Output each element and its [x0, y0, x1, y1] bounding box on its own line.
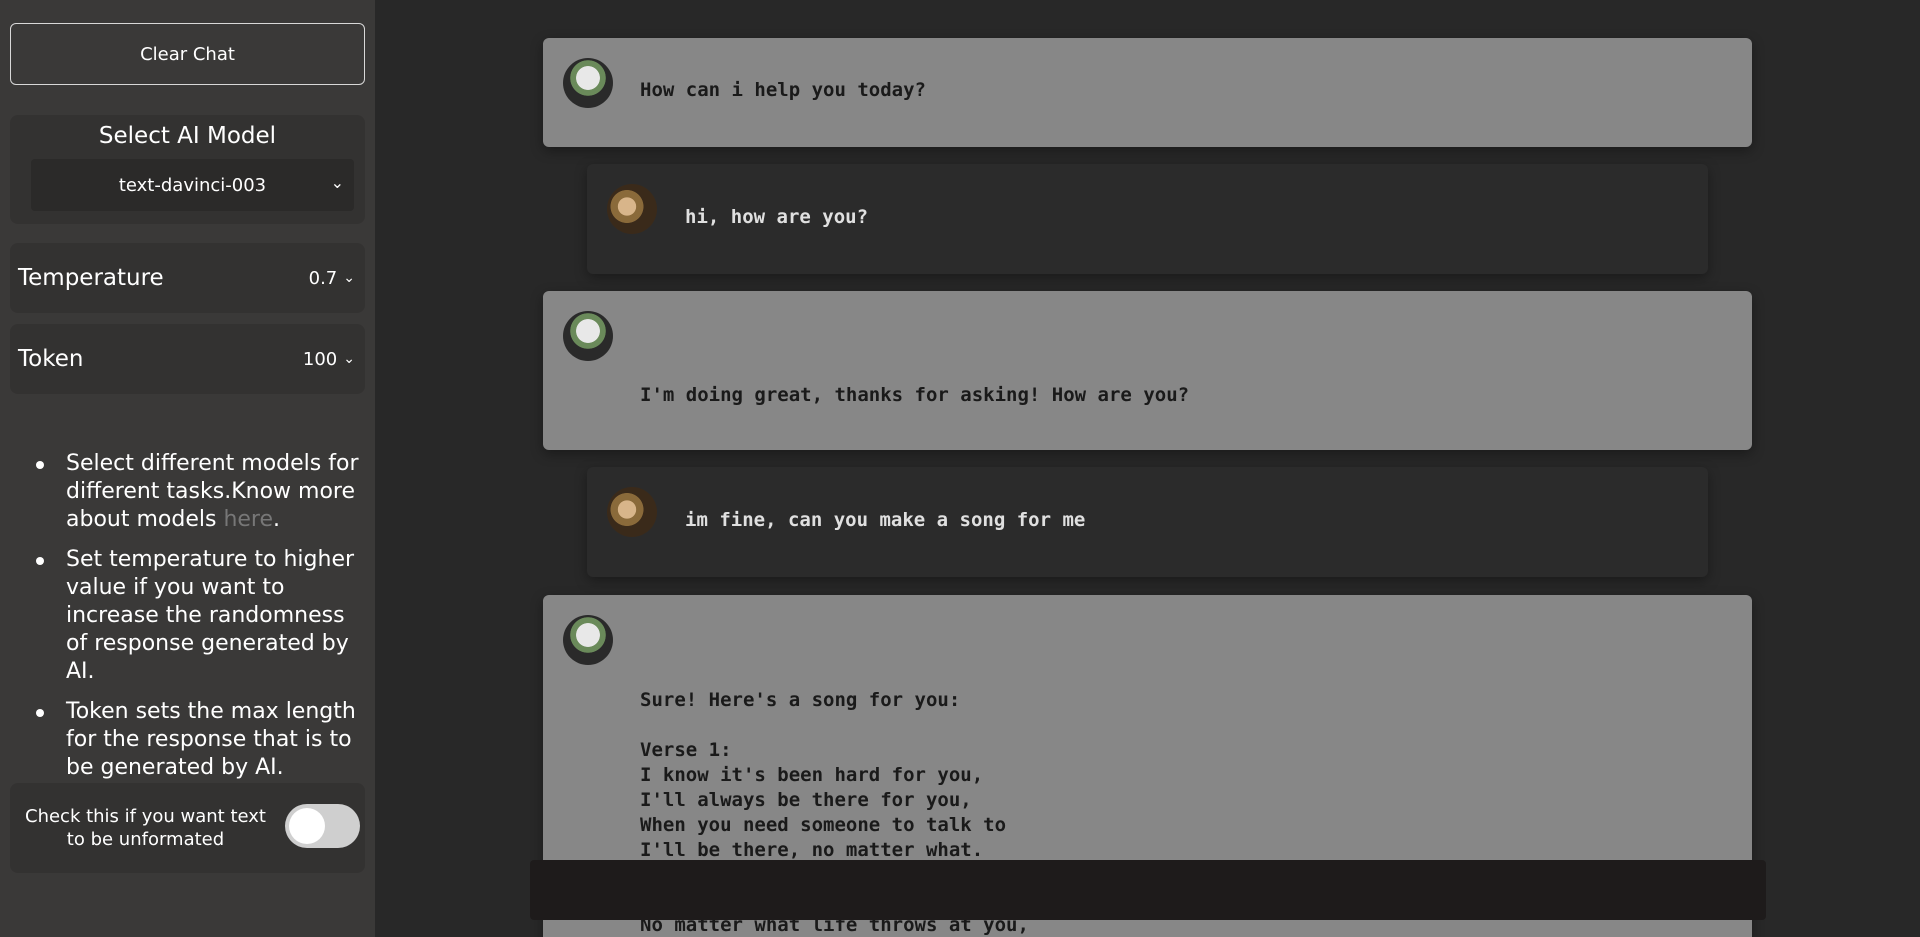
toggle-knob — [289, 808, 325, 844]
ai-message: How can i help you today? — [543, 38, 1752, 147]
token-panel: Token 100 ⌄ — [10, 324, 365, 394]
clear-chat-button[interactable]: Clear Chat — [10, 23, 365, 85]
tip-text: Token sets the max length for the respon… — [66, 699, 356, 780]
tip-item: Select different models for different ta… — [36, 450, 366, 534]
user-message: im fine, can you make a song for me — [587, 467, 1708, 577]
temperature-panel: Temperature 0.7 ⌄ — [10, 243, 365, 313]
model-select[interactable]: text-davinci-003 ⌄ — [31, 159, 354, 211]
message-text: I'm doing great, thanks for asking! How … — [640, 384, 1190, 406]
tip-text: Select different models for different ta… — [66, 451, 359, 532]
tip-text-end: . — [273, 507, 281, 532]
sidebar: Clear Chat Select AI Model text-davinci-… — [0, 0, 375, 937]
ai-message: I'm doing great, thanks for asking! How … — [543, 291, 1752, 450]
message-text: hi, how are you? — [685, 206, 869, 228]
user-avatar — [607, 487, 657, 537]
token-label: Token — [18, 346, 84, 372]
tips-list: Select different models for different ta… — [36, 450, 366, 794]
user-avatar — [607, 184, 657, 234]
models-link[interactable]: here — [223, 507, 273, 532]
chevron-down-icon: ⌄ — [343, 270, 355, 286]
unformatted-label: Check this if you want text to be unform… — [25, 806, 266, 850]
user-message: hi, how are you? — [587, 164, 1708, 274]
tip-item: Set temperature to higher value if you w… — [36, 546, 366, 686]
unformatted-toggle[interactable] — [285, 804, 360, 848]
chat-area: How can i help you today? hi, how are yo… — [375, 0, 1920, 937]
ai-avatar — [563, 311, 613, 361]
token-value: 100 — [302, 348, 338, 370]
model-panel: Select AI Model text-davinci-003 ⌄ — [10, 115, 365, 224]
ai-avatar — [563, 58, 613, 108]
model-title: Select AI Model — [98, 123, 277, 149]
temperature-label: Temperature — [18, 265, 164, 291]
tip-item: Token sets the max length for the respon… — [36, 698, 366, 782]
chevron-down-icon: ⌄ — [330, 173, 344, 192]
temperature-select[interactable]: 0.7 ⌄ — [309, 268, 355, 289]
message-text: How can i help you today? — [640, 79, 926, 101]
chevron-down-icon: ⌄ — [343, 351, 355, 367]
chat-input[interactable] — [530, 860, 1766, 920]
ai-avatar — [563, 615, 613, 665]
token-select[interactable]: 100 ⌄ — [303, 349, 355, 370]
unformatted-panel: Check this if you want text to be unform… — [10, 783, 365, 873]
temperature-value: 0.7 — [308, 267, 338, 289]
tip-text: Set temperature to higher value if you w… — [66, 547, 355, 684]
model-select-value: text-davinci-003 — [118, 174, 267, 196]
message-text: im fine, can you make a song for me — [685, 509, 1086, 531]
